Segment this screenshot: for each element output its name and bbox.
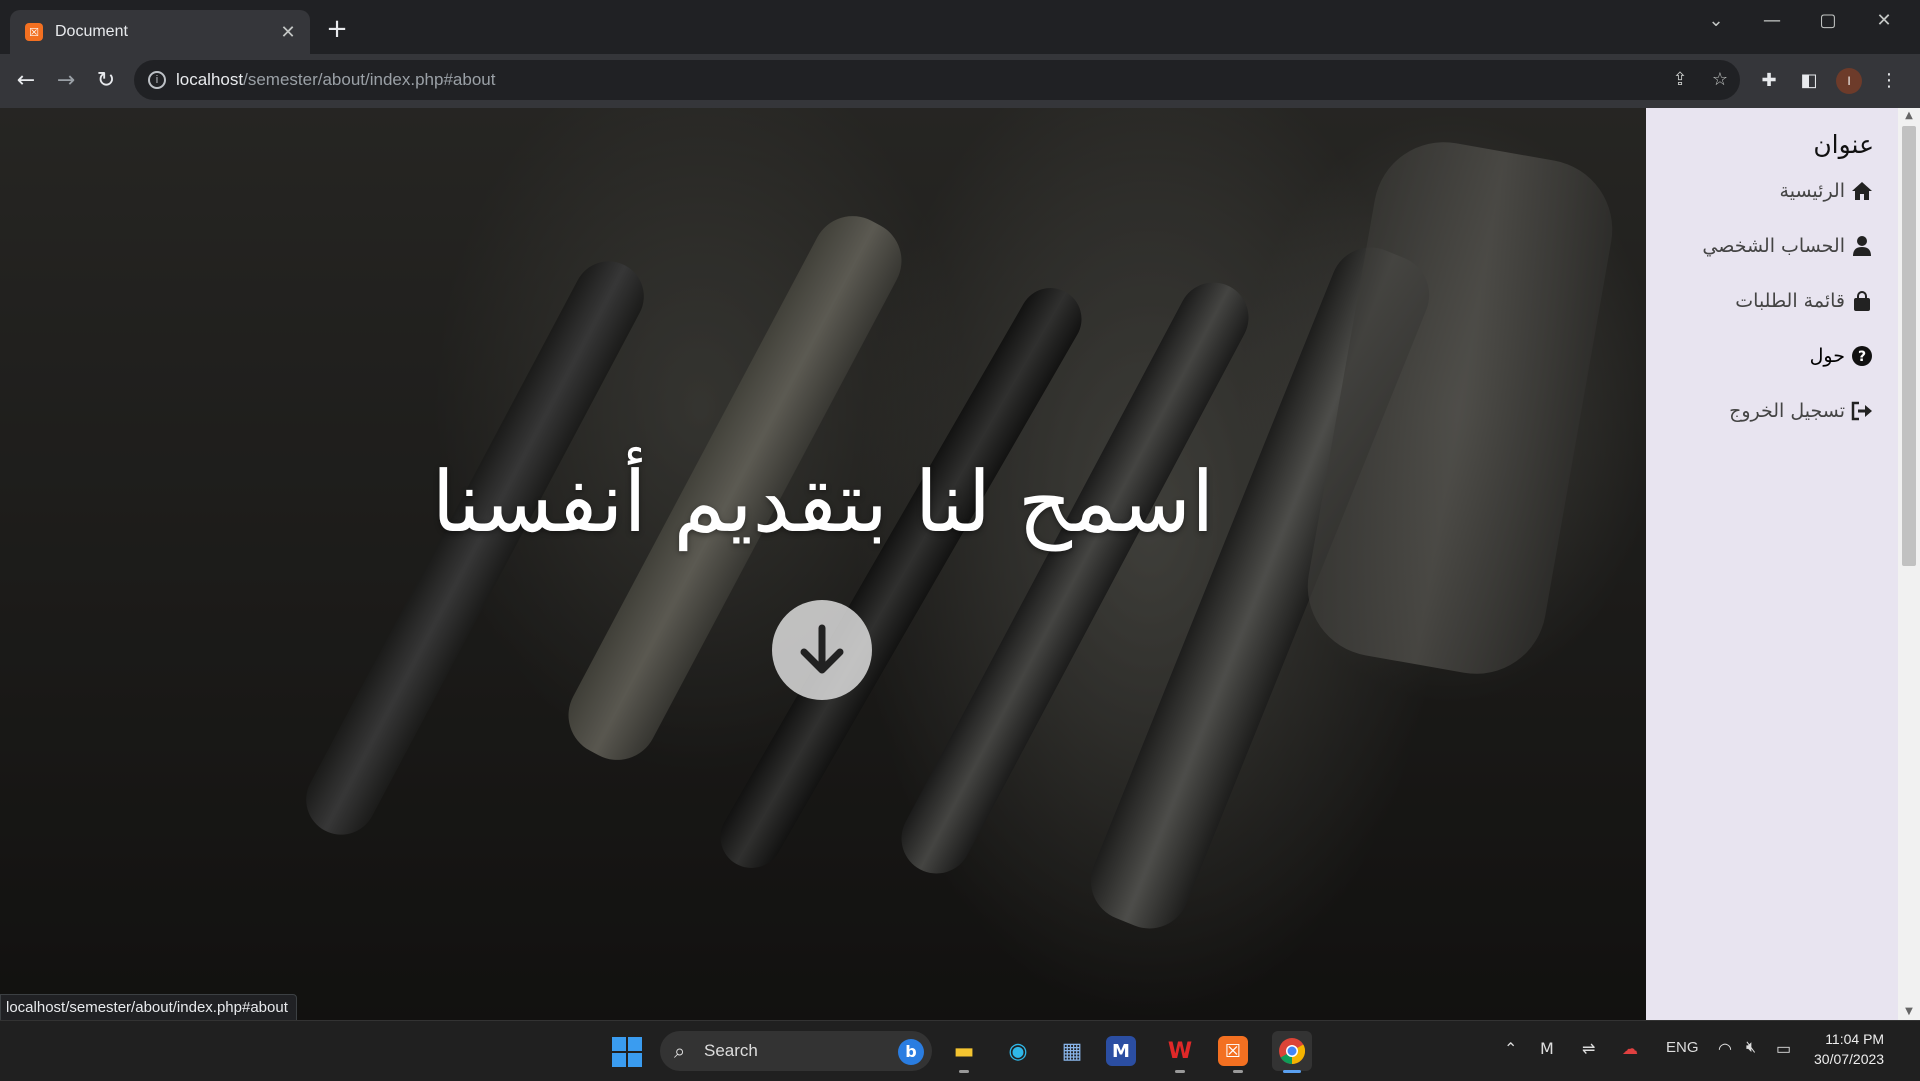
reload-button[interactable]: ↻ <box>91 66 121 96</box>
browser-title-bar: ☒ Document ✕ + ⌄ — ▢ ✕ <box>0 0 1920 54</box>
tray-settings-icon[interactable]: ⇌ <box>1582 1039 1595 1059</box>
svg-text:?: ? <box>1858 349 1866 365</box>
extensions-icon[interactable]: ✚ <box>1756 68 1782 94</box>
browser-tab[interactable]: ☒ Document ✕ <box>10 10 310 54</box>
edge-icon[interactable]: ◉ <box>998 1031 1038 1071</box>
hero-overlay <box>0 108 1646 1020</box>
sidebar-item-label: الرئيسية <box>1779 180 1845 202</box>
arrow-down-icon <box>800 624 844 674</box>
search-icon: ⌕ <box>674 1039 686 1063</box>
scroll-down-button[interactable] <box>772 600 872 700</box>
windows-taskbar: ⌕ Search b ▬ ◉ ▦ M W ☒ ⌃ Ⅿ ⇌ ☁ ENG ◠ 🔇︎ … <box>0 1020 1920 1081</box>
clock-date: 30/07/2023 <box>1814 1051 1885 1067</box>
forward-button[interactable]: → <box>51 66 81 96</box>
status-bar-url: localhost/semester/about/index.php#about <box>0 994 297 1020</box>
close-window-button[interactable]: ✕ <box>1856 6 1912 36</box>
hero-title: اسمح لنا بتقديم أنفسنا <box>431 453 1215 551</box>
maximize-button[interactable]: ▢ <box>1800 6 1856 36</box>
volume-muted-icon[interactable]: 🔇︎ <box>1746 1039 1756 1057</box>
sidebar-item-about[interactable]: ? حول <box>1810 345 1873 367</box>
chrome-icon[interactable] <box>1272 1031 1312 1073</box>
logout-icon <box>1851 400 1873 422</box>
tray-app-icon[interactable]: Ⅿ <box>1540 1039 1554 1059</box>
sidebar-item-label: تسجيل الخروج <box>1729 400 1845 422</box>
side-panel-icon[interactable]: ◧ <box>1796 68 1822 94</box>
home-icon <box>1851 180 1873 202</box>
scroll-up-arrow-icon[interactable]: ▲ <box>1898 108 1920 124</box>
bookmark-star-icon[interactable]: ☆ <box>1708 68 1732 92</box>
clock-time: 11:04 PM <box>1825 1031 1885 1047</box>
new-tab-button[interactable]: + <box>322 14 352 44</box>
browser-toolbar: ← → ↻ i localhost/semester/about/index.p… <box>0 54 1920 108</box>
scroll-down-arrow-icon[interactable]: ▼ <box>1898 1004 1920 1020</box>
sidebar-item-home[interactable]: الرئيسية <box>1780 180 1873 202</box>
sidebar-nav: عنوان الرئيسية الحساب الشخصي قائمة الطلب… <box>1646 108 1898 1020</box>
photos-icon[interactable]: ▦ <box>1052 1031 1092 1071</box>
sidebar-item-profile[interactable]: الحساب الشخصي <box>1702 235 1873 257</box>
wps-office-icon[interactable]: W <box>1160 1031 1200 1073</box>
sidebar-item-label: الحساب الشخصي <box>1702 235 1845 257</box>
sidebar-title: عنوان <box>1813 130 1874 159</box>
sidebar-item-label: حول <box>1809 345 1845 367</box>
url-text[interactable]: localhost/semester/about/index.php#about <box>176 70 495 90</box>
scrollbar-thumb[interactable] <box>1902 126 1916 566</box>
shopping-bag-icon <box>1851 290 1873 312</box>
page-viewport: اسمح لنا بتقديم أنفسنا localhost/semeste… <box>0 108 1920 1020</box>
system-clock[interactable]: 11:04 PM 30/07/2023 <box>1814 1029 1884 1069</box>
taskbar-search[interactable]: ⌕ Search b <box>660 1031 932 1071</box>
onedrive-error-icon[interactable]: ☁ <box>1622 1039 1638 1059</box>
site-info-icon[interactable]: i <box>148 71 166 89</box>
xampp-icon: ☒ <box>25 23 43 41</box>
address-bar[interactable]: i localhost/semester/about/index.php#abo… <box>134 60 1740 100</box>
wifi-icon[interactable]: ◠ <box>1718 1039 1732 1059</box>
bing-icon[interactable]: b <box>898 1039 924 1065</box>
user-icon <box>1851 235 1873 257</box>
app-m-icon[interactable]: M <box>1106 1036 1136 1066</box>
hero-section: اسمح لنا بتقديم أنفسنا localhost/semeste… <box>0 108 1646 1020</box>
question-circle-icon: ? <box>1851 345 1873 367</box>
back-button[interactable]: ← <box>11 66 41 96</box>
share-icon[interactable]: ⇪ <box>1668 68 1692 92</box>
xampp-icon[interactable]: ☒ <box>1218 1036 1248 1073</box>
browser-menu-icon[interactable]: ⋮ <box>1876 68 1902 94</box>
tab-close-icon[interactable]: ✕ <box>276 22 300 43</box>
battery-icon[interactable]: ▭ <box>1776 1039 1791 1059</box>
file-explorer-icon[interactable]: ▬ <box>944 1031 984 1073</box>
sidebar-item-orders[interactable]: قائمة الطلبات <box>1735 290 1873 312</box>
sidebar-item-label: قائمة الطلبات <box>1735 290 1845 312</box>
windows-start-button[interactable] <box>612 1037 642 1067</box>
language-indicator[interactable]: ENG <box>1666 1039 1699 1056</box>
tab-title: Document <box>55 23 128 40</box>
minimize-button[interactable]: — <box>1744 6 1800 36</box>
sidebar-item-logout[interactable]: تسجيل الخروج <box>1729 400 1873 422</box>
page-scrollbar[interactable]: ▲ ▼ <box>1898 108 1920 1020</box>
profile-avatar[interactable]: I <box>1836 68 1862 94</box>
search-label: Search <box>704 1041 758 1060</box>
tab-search-chevron-icon[interactable]: ⌄ <box>1688 6 1744 36</box>
show-hidden-icons-chevron-icon[interactable]: ⌃ <box>1504 1039 1517 1059</box>
